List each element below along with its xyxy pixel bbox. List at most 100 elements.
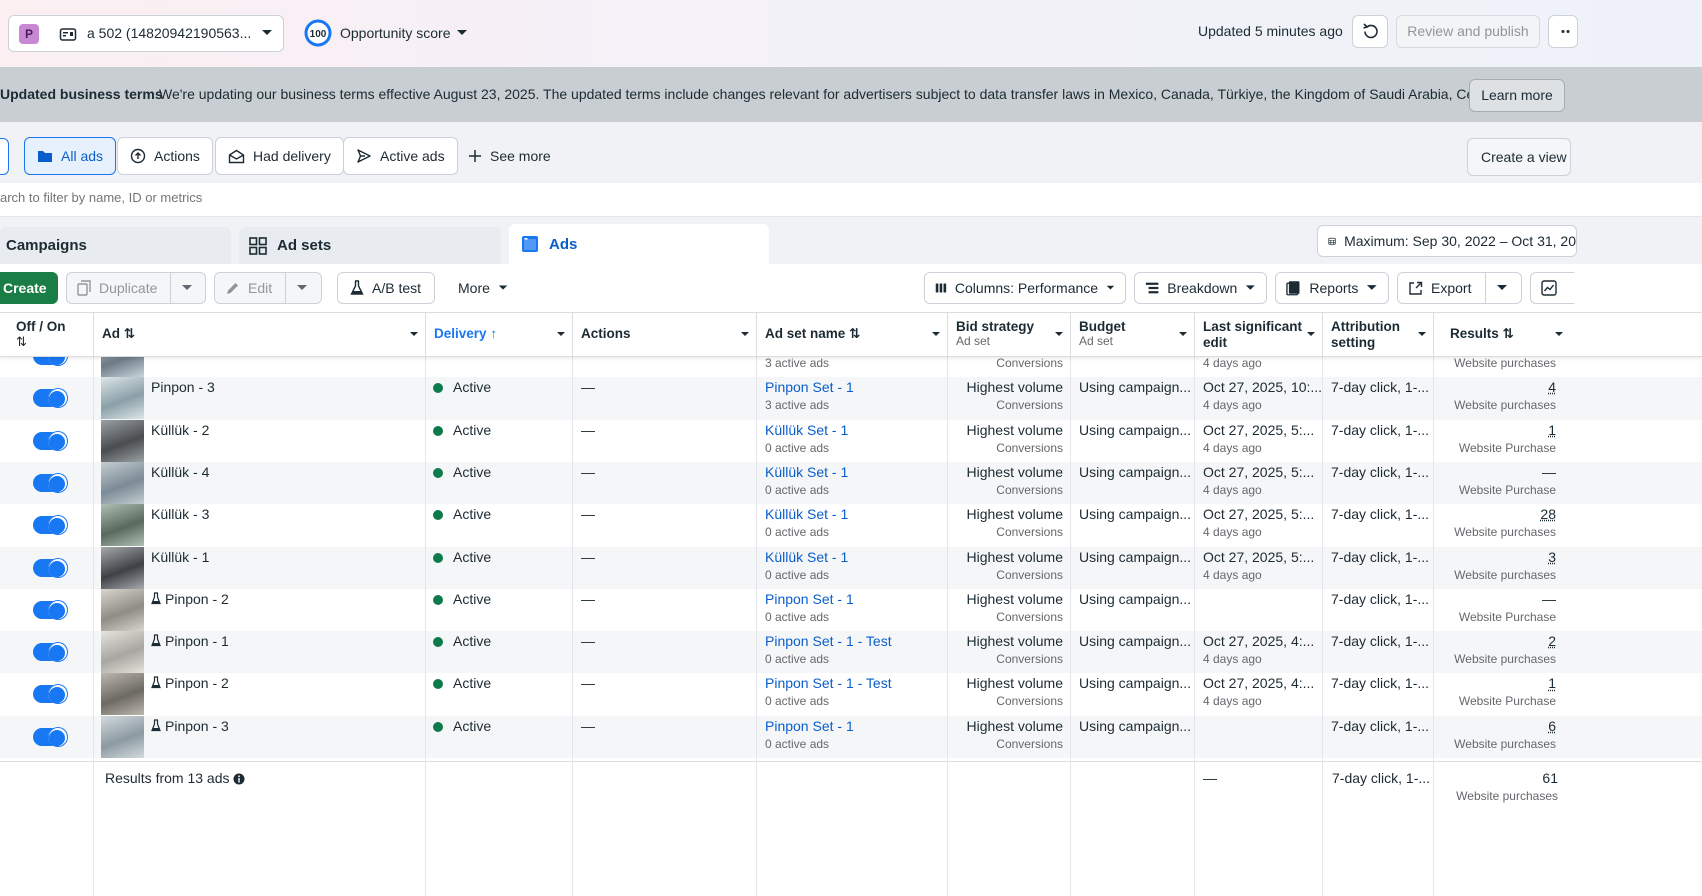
account-selector[interactable]: P a 502 (14820942190563...: [8, 15, 284, 52]
ad-toggle[interactable]: [33, 430, 68, 451]
ad-name-cell[interactable]: Pinpon - 2: [151, 675, 229, 691]
review-publish-button[interactable]: Review and publish: [1396, 15, 1540, 48]
create-view-button[interactable]: Create a view: [1467, 138, 1571, 176]
ab-test-button[interactable]: A/B test: [337, 272, 435, 304]
ad-set-link[interactable]: Küllük Set - 1: [765, 422, 848, 438]
ad-thumbnail[interactable]: [101, 419, 144, 462]
header-results[interactable]: Results ⇅: [1434, 313, 1570, 357]
ad-set-link[interactable]: Küllük Set - 1: [765, 506, 848, 522]
ad-set-link[interactable]: Küllük Set - 1: [765, 549, 848, 565]
more-options-button[interactable]: [1548, 15, 1578, 48]
results-value[interactable]: —: [1434, 591, 1556, 607]
ad-set-link[interactable]: Pinpon Set - 1 - Test: [765, 633, 892, 649]
charts-button[interactable]: [1530, 272, 1574, 304]
table-row[interactable]: Pinpon - 2 Active — Pinpon Set - 1 0 act…: [0, 588, 1702, 631]
ad-set-link[interactable]: Pinpon Set - 1: [765, 591, 854, 607]
ad-set-link[interactable]: Pinpon Set - 1: [765, 379, 854, 395]
header-budget[interactable]: Budget Ad set: [1071, 313, 1195, 357]
header-ad-set-name[interactable]: Ad set name ⇅: [757, 313, 948, 357]
results-value[interactable]: —: [1434, 464, 1556, 480]
header-actions[interactable]: Actions: [573, 313, 757, 357]
refresh-button[interactable]: [1352, 15, 1388, 48]
ad-name-cell[interactable]: Pinpon - 3: [151, 379, 215, 395]
table-row[interactable]: Pinpon - 3 Active — Pinpon Set - 1 0 act…: [0, 715, 1702, 758]
results-value[interactable]: 2: [1434, 633, 1556, 649]
results-value[interactable]: 1: [1434, 675, 1556, 691]
results-value[interactable]: 1: [1434, 422, 1556, 438]
ad-name-cell[interactable]: Pinpon - 2: [151, 591, 229, 607]
ad-thumbnail[interactable]: [101, 673, 144, 716]
header-off-on[interactable]: Off / On ⇅: [8, 313, 94, 357]
export-button[interactable]: Export: [1397, 272, 1486, 304]
opportunity-score-badge[interactable]: 100: [304, 19, 332, 47]
results-value[interactable]: 4: [1434, 379, 1556, 395]
table-row[interactable]: Küllük - 3 Active — Küllük Set - 1 0 act…: [0, 504, 1702, 547]
results-value[interactable]: 3: [1434, 549, 1556, 565]
tab-campaigns[interactable]: Campaigns: [0, 227, 231, 264]
ad-set-link[interactable]: Pinpon Set - 1: [765, 718, 854, 734]
header-ad[interactable]: Ad ⇅: [94, 313, 426, 357]
ad-name-cell[interactable]: Küllük - 2: [151, 422, 209, 438]
date-range-picker[interactable]: Maximum: Sep 30, 2022 – Oct 31, 20: [1317, 225, 1577, 257]
ad-thumbnail[interactable]: [101, 357, 144, 377]
table-row[interactable]: Pinpon - 1 Active — Pinpon Set - 1 - Tes…: [0, 631, 1702, 674]
header-bid-strategy[interactable]: Bid strategy Ad set: [948, 313, 1071, 357]
ad-thumbnail[interactable]: [101, 461, 144, 504]
ad-toggle[interactable]: [33, 515, 68, 536]
table-row[interactable]: Küllük - 1 Active — Küllük Set - 1 0 act…: [0, 546, 1702, 589]
ad-thumbnail[interactable]: [101, 631, 144, 674]
reports-button[interactable]: Reports: [1275, 272, 1389, 304]
ad-thumbnail[interactable]: [101, 715, 144, 758]
tab-ad-sets[interactable]: Ad sets: [239, 227, 501, 264]
export-dropdown[interactable]: [1485, 272, 1522, 304]
ad-toggle[interactable]: [33, 684, 68, 705]
ad-toggle[interactable]: [33, 472, 68, 493]
ad-toggle[interactable]: [33, 388, 68, 409]
breakdown-button[interactable]: Breakdown: [1134, 272, 1267, 304]
view-scroll-left[interactable]: [0, 138, 9, 175]
ad-name-cell[interactable]: Pinpon - 1: [151, 633, 229, 649]
table-row[interactable]: Pinpon - 2 Active — Pinpon Set - 1 3 act…: [0, 357, 1702, 377]
ad-name-cell[interactable]: Küllük - 3: [151, 506, 209, 522]
see-more-button[interactable]: See more: [468, 148, 551, 164]
results-value[interactable]: 28: [1434, 506, 1556, 522]
learn-more-button[interactable]: Learn more: [1469, 79, 1565, 112]
ad-name-cell[interactable]: Küllük - 4: [151, 464, 209, 480]
header-delivery[interactable]: Delivery ↑: [426, 313, 573, 357]
view-actions[interactable]: Actions: [117, 137, 213, 175]
ad-thumbnail[interactable]: [101, 546, 144, 589]
chevron-down-icon[interactable]: [456, 29, 468, 37]
ad-set-link[interactable]: Pinpon Set - 1 - Test: [765, 675, 892, 691]
ad-toggle[interactable]: [33, 357, 68, 366]
search-input[interactable]: [0, 190, 600, 205]
edit-dropdown[interactable]: [285, 272, 322, 304]
ad-toggle[interactable]: [33, 642, 68, 663]
table-row[interactable]: Pinpon - 2 Active — Pinpon Set - 1 - Tes…: [0, 673, 1702, 716]
ad-thumbnail[interactable]: [101, 504, 144, 547]
header-attribution-setting[interactable]: Attribution setting: [1323, 313, 1434, 357]
ad-name-cell[interactable]: Pinpon - 3: [151, 718, 229, 734]
table-row[interactable]: Küllük - 4 Active — Küllük Set - 1 0 act…: [0, 461, 1702, 505]
duplicate-dropdown[interactable]: [170, 272, 206, 304]
view-all-ads[interactable]: All ads: [24, 137, 117, 175]
duplicate-button[interactable]: Duplicate: [66, 272, 171, 304]
header-last-significant-edit[interactable]: Last significant edit: [1195, 313, 1323, 357]
columns-button[interactable]: Columns: Performance: [924, 272, 1126, 304]
ad-toggle[interactable]: [33, 599, 68, 620]
view-had-delivery[interactable]: Had delivery: [215, 137, 344, 175]
tab-ads[interactable]: Ads: [509, 224, 769, 264]
ad-thumbnail[interactable]: [101, 377, 144, 420]
ad-set-link[interactable]: Küllük Set - 1: [765, 464, 848, 480]
create-button[interactable]: Create: [0, 272, 58, 304]
table-row[interactable]: Küllük - 2 Active — Küllük Set - 1 0 act…: [0, 419, 1702, 462]
opportunity-score-label[interactable]: Opportunity score: [340, 25, 451, 41]
table-row[interactable]: Pinpon - 3 Active — Pinpon Set - 1 3 act…: [0, 377, 1702, 420]
edit-button[interactable]: Edit: [214, 272, 286, 304]
ad-name-cell[interactable]: Küllük - 1: [151, 549, 209, 565]
ad-thumbnail[interactable]: [101, 588, 144, 631]
view-active-ads[interactable]: Active ads: [343, 137, 458, 175]
results-value[interactable]: 6: [1434, 718, 1556, 734]
ad-toggle[interactable]: [33, 726, 68, 747]
ad-toggle[interactable]: [33, 557, 68, 578]
more-button[interactable]: More: [448, 272, 518, 304]
